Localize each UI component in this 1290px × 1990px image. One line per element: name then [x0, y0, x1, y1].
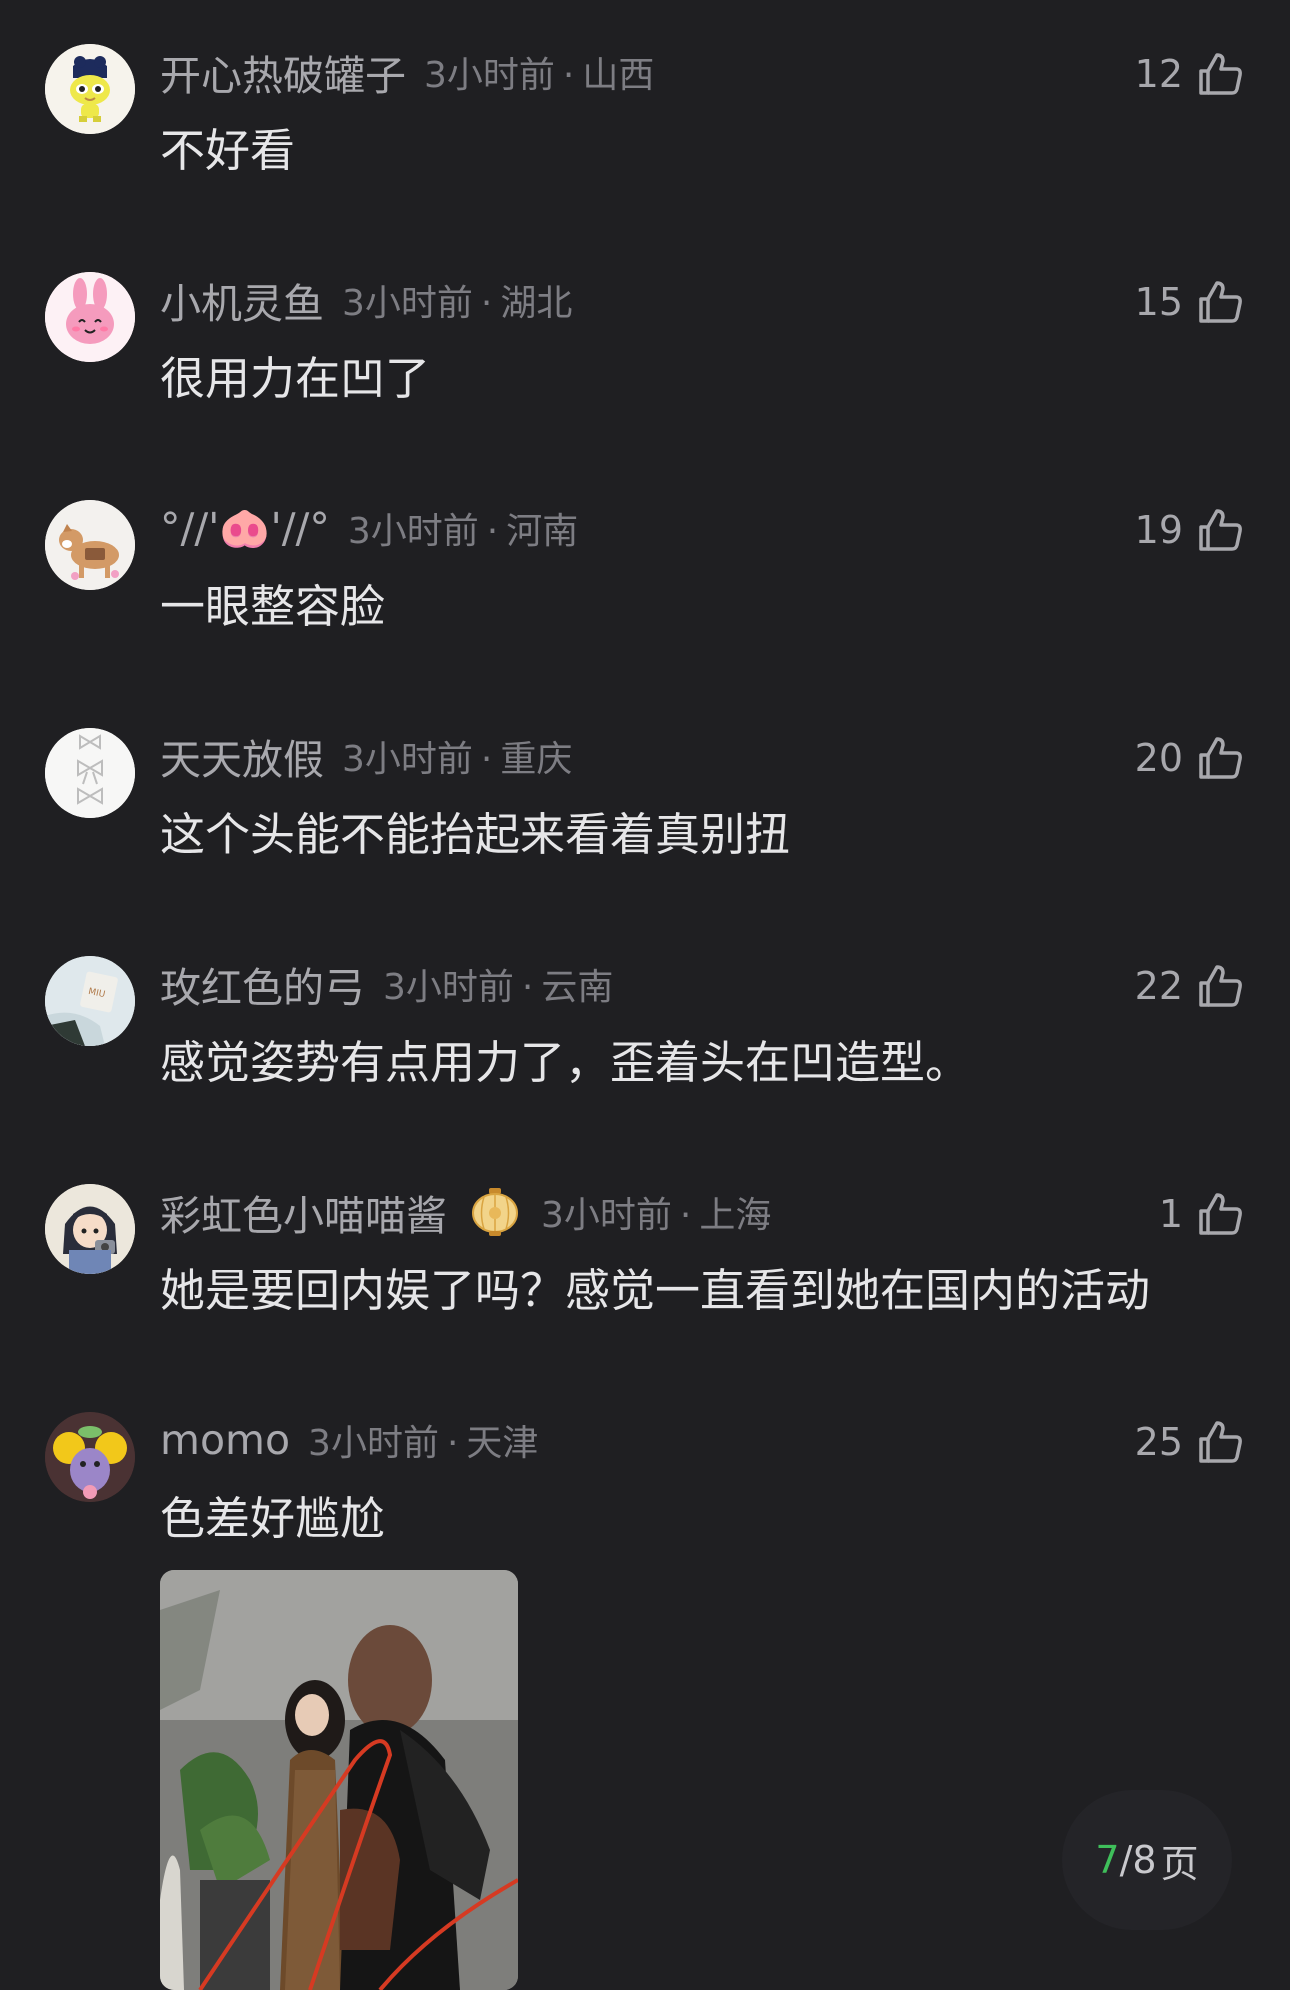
avatar[interactable]: MIU	[45, 956, 135, 1046]
comment-text: 不好看	[160, 124, 296, 177]
avatar[interactable]	[45, 500, 135, 590]
pink-bunny-icon	[45, 272, 135, 362]
username[interactable]: 天天放假	[160, 726, 324, 786]
comment-meta: 天天放假 3小时前 · 重庆	[160, 728, 572, 784]
username[interactable]: 玫红色的弓	[160, 954, 365, 1014]
purple-creature-icon	[45, 1412, 135, 1502]
separator-dot: ·	[521, 967, 534, 1008]
time-ago: 3小时前	[342, 739, 473, 780]
comment-text: 感觉姿势有点用力了，歪着头在凹造型。	[160, 1036, 971, 1089]
comment-meta: 开心热破罐子 3小时前 · 山西	[160, 44, 654, 100]
thumbs-up-icon	[1199, 281, 1242, 323]
timestamp: 3小时前 · 湖北	[342, 274, 572, 326]
like-count: 19	[1134, 508, 1183, 552]
region: 重庆	[500, 739, 573, 780]
region: 山西	[582, 55, 655, 96]
like-button[interactable]: 15	[1135, 272, 1245, 332]
comment-text: 很用力在凹了	[160, 352, 431, 405]
timestamp: 3小时前 · 河南	[348, 502, 578, 554]
page-unit: 页	[1160, 1841, 1199, 1886]
like-count: 15	[1134, 280, 1183, 324]
comment-text: 一眼整容脸	[160, 580, 386, 633]
like-count: 1	[1158, 1192, 1183, 1236]
like-button[interactable]: 19	[1135, 500, 1245, 560]
anime-girl-icon	[45, 1184, 135, 1274]
comment-meta: 玫红色的弓 3小时前 · 云南	[160, 956, 613, 1012]
like-button[interactable]: 1	[1159, 1184, 1245, 1244]
comment-meta: °//'🐽'//° 3小时前 · 河南	[160, 500, 578, 556]
username[interactable]: 彩虹色小喵喵酱	[160, 1182, 447, 1242]
current-page: 7	[1095, 1838, 1120, 1882]
username[interactable]: momo	[160, 1416, 290, 1464]
page-indicator: 7/8 页	[1062, 1790, 1232, 1930]
thumbs-up-icon	[1199, 965, 1242, 1007]
comment-text: 色差好尴尬	[160, 1492, 386, 1545]
time-ago: 3小时前	[541, 1195, 672, 1236]
username[interactable]: 小机灵鱼	[160, 270, 324, 330]
thumbs-up-icon	[1199, 509, 1242, 551]
separator-dot: ·	[562, 55, 575, 96]
total-pages: 8	[1132, 1838, 1157, 1882]
thumbs-up-icon	[1199, 1193, 1242, 1235]
region: 云南	[541, 967, 614, 1008]
thumbs-up-icon	[1199, 1421, 1242, 1463]
separator-dot: ·	[486, 511, 499, 552]
comment-text: 她是要回内娱了吗？感觉一直看到她在国内的活动	[160, 1264, 1151, 1317]
time-ago: 3小时前	[347, 511, 479, 552]
timestamp: 3小时前 · 重庆	[342, 730, 572, 782]
thumbs-up-icon	[1199, 53, 1242, 95]
like-count: 22	[1134, 964, 1183, 1008]
comment-meta: 彩虹色小喵喵酱 3小时前 · 上海	[160, 1184, 771, 1240]
avatar[interactable]	[45, 272, 135, 362]
shopping-bag-icon: MIU	[45, 956, 135, 1046]
separator-dot: ·	[480, 283, 493, 324]
timestamp: 3小时前 · 山西	[424, 46, 654, 98]
shiba-dog-icon	[45, 500, 135, 590]
comment-meta: 小机灵鱼 3小时前 · 湖北	[160, 272, 572, 328]
avatar[interactable]	[45, 728, 135, 818]
region: 河南	[506, 511, 579, 552]
username[interactable]: °//'🐽'//°	[160, 504, 330, 553]
like-button[interactable]: 20	[1135, 728, 1245, 788]
like-count: 12	[1134, 52, 1183, 96]
avatar[interactable]	[45, 44, 135, 134]
region: 天津	[466, 1423, 539, 1464]
separator-dot: ·	[480, 739, 493, 780]
badge	[467, 1184, 523, 1240]
timestamp: 3小时前 · 上海	[541, 1186, 771, 1238]
region: 上海	[699, 1195, 772, 1236]
bows-icon	[45, 728, 135, 818]
timestamp: 3小时前 · 天津	[308, 1414, 538, 1466]
thumbs-up-icon	[1199, 737, 1242, 779]
lantern-icon	[472, 1188, 518, 1236]
comment-image[interactable]	[160, 1570, 518, 1990]
username[interactable]: 开心热破罐子	[160, 42, 406, 102]
time-ago: 3小时前	[383, 967, 514, 1008]
avatar[interactable]	[45, 1184, 135, 1274]
comment-meta: momo 3小时前 · 天津	[160, 1412, 538, 1468]
page-separator: /	[1119, 1838, 1133, 1882]
photo-thumbnail	[160, 1570, 518, 1990]
separator-dot: ·	[679, 1195, 692, 1236]
time-ago: 3小时前	[424, 55, 555, 96]
region: 湖北	[500, 283, 573, 324]
like-button[interactable]: 25	[1135, 1412, 1245, 1472]
like-button[interactable]: 12	[1135, 44, 1245, 104]
time-ago: 3小时前	[342, 283, 473, 324]
comment-text: 这个头能不能抬起来看着真别扭	[160, 808, 791, 861]
time-ago: 3小时前	[308, 1423, 439, 1464]
like-count: 20	[1134, 736, 1183, 780]
like-count: 25	[1134, 1420, 1183, 1464]
separator-dot: ·	[446, 1423, 459, 1464]
timestamp: 3小时前 · 云南	[383, 958, 613, 1010]
like-button[interactable]: 22	[1135, 956, 1245, 1016]
tamagotchi-character-icon	[45, 44, 135, 134]
avatar[interactable]	[45, 1412, 135, 1502]
